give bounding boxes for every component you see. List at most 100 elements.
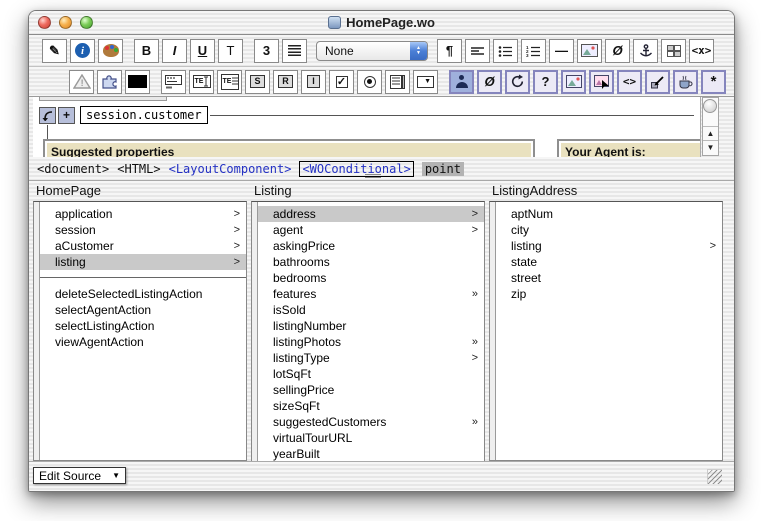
fragment-button[interactable]	[97, 70, 122, 94]
inspector-button[interactable]: ✎	[42, 39, 67, 63]
list-item[interactable]: state	[496, 254, 722, 270]
form-button[interactable]	[161, 70, 186, 94]
list-item[interactable]: aCustomer>	[40, 238, 246, 254]
list-item[interactable]: yearBuilt	[258, 446, 484, 462]
list-item[interactable]: street	[496, 270, 722, 286]
wo-conditional-button[interactable]: ?	[533, 70, 558, 94]
list-item[interactable]: askingPrice	[258, 238, 484, 254]
list-item[interactable]: bedrooms	[258, 270, 484, 286]
compact-list-button[interactable]	[465, 39, 490, 63]
info-button[interactable]: i	[70, 39, 95, 63]
breadcrumb-item[interactable]: <HTML>	[117, 162, 160, 176]
list-item[interactable]: listingNumber	[258, 318, 484, 334]
title-bar[interactable]: HomePage.wo	[29, 11, 734, 35]
input-button-element[interactable]: I	[301, 70, 326, 94]
list-item[interactable]: application>	[40, 206, 246, 222]
list-item[interactable]: listing>	[496, 238, 722, 254]
checkbox-element-button[interactable]: ✓	[329, 70, 354, 94]
wo-repetition-button[interactable]	[505, 70, 530, 94]
list-item[interactable]: listingType>	[258, 350, 484, 366]
list-item-label: listingNumber	[273, 319, 478, 333]
color-swatch-button[interactable]	[125, 70, 150, 94]
heading-button[interactable]: 3	[254, 39, 279, 63]
scroll-thumb[interactable]	[703, 99, 717, 113]
text-field-button[interactable]: TE	[189, 70, 214, 94]
reset-button-element[interactable]: R	[273, 70, 298, 94]
wo-generic-element-button[interactable]: <>	[617, 70, 642, 94]
binding-label[interactable]: session.customer	[80, 106, 208, 124]
list-item[interactable]: zip	[496, 286, 722, 302]
anchor-button[interactable]	[633, 39, 658, 63]
suggested-properties-panel[interactable]: Suggested properties	[43, 139, 535, 157]
wo-conditional-element[interactable]: + session.customer	[39, 106, 694, 124]
list-item[interactable]: bathrooms	[258, 254, 484, 270]
pen-button[interactable]: Ø	[605, 39, 630, 63]
wo-image-button[interactable]	[561, 70, 586, 94]
wo-component-content-button[interactable]	[645, 70, 670, 94]
list-item[interactable]: selectAgentAction	[40, 302, 246, 318]
wo-hyperlink-button[interactable]: Ø	[477, 70, 502, 94]
list-item[interactable]: city	[496, 222, 722, 238]
submit-icon: S	[250, 75, 264, 88]
colors-button[interactable]	[98, 39, 123, 63]
list-item[interactable]: suggestedCustomers»	[258, 414, 484, 430]
list-item[interactable]: sellingPrice	[258, 382, 484, 398]
list-item[interactable]: session>	[40, 222, 246, 238]
list-item[interactable]: aptNum	[496, 206, 722, 222]
resize-grip[interactable]	[707, 469, 722, 484]
list-item[interactable]: sizeSqFt	[258, 398, 484, 414]
bullet-list-button[interactable]	[493, 39, 518, 63]
breadcrumb-item[interactable]: <WOConditional>	[299, 161, 413, 177]
text-area-button[interactable]: TE	[217, 70, 242, 94]
wo-tag-button[interactable]: <x>	[689, 39, 714, 63]
list-item[interactable]: listing>	[40, 254, 246, 270]
horizontal-rule-button[interactable]: —	[549, 39, 574, 63]
align-button[interactable]	[282, 39, 307, 63]
radio-element-button[interactable]	[357, 70, 382, 94]
add-binding-button[interactable]: +	[58, 107, 75, 124]
list-item[interactable]: viewAgentAction	[40, 334, 246, 350]
numbered-list-button[interactable]: 123	[521, 39, 546, 63]
list-item[interactable]: virtualTourURL	[258, 430, 484, 446]
underline-button[interactable]: U	[190, 39, 215, 63]
style-popup[interactable]: None ▲▼	[316, 41, 428, 61]
reset-icon: R	[278, 75, 293, 88]
your-agent-panel[interactable]: Your Agent is:	[557, 139, 701, 157]
checkbox-icon: ✓	[336, 76, 348, 88]
image-button[interactable]	[577, 39, 602, 63]
breadcrumb-item[interactable]: <LayoutComponent>	[169, 162, 292, 176]
browser-list-button[interactable]	[385, 70, 410, 94]
popup-element-button[interactable]: ▼	[413, 70, 438, 94]
list-item[interactable]: features»	[258, 286, 484, 302]
layout-canvas[interactable]: + session.customer Suggested properties …	[33, 97, 701, 157]
list-item[interactable]: address>	[258, 206, 484, 222]
wo-applet-button[interactable]	[673, 70, 698, 94]
list-item[interactable]: listingPhotos»	[258, 334, 484, 350]
teletype-button[interactable]: T	[218, 39, 243, 63]
italic-button[interactable]: I	[162, 39, 187, 63]
breadcrumb-item[interactable]: point	[422, 162, 464, 176]
bold-button[interactable]: B	[134, 39, 159, 63]
list-item[interactable]: selectListingAction	[40, 318, 246, 334]
scroll-down-button[interactable]: ▼	[703, 140, 718, 154]
list-item[interactable]: deleteSelectedListingAction	[40, 286, 246, 302]
conditional-collapse-button[interactable]	[39, 107, 56, 124]
edit-source-popup[interactable]: Edit Source ▼	[33, 467, 126, 484]
wo-string-button[interactable]	[449, 70, 474, 94]
wo-active-image-button[interactable]	[589, 70, 614, 94]
breadcrumb-item[interactable]: <document>	[37, 162, 109, 176]
canvas-scrollbar[interactable]: ▲ ▼	[702, 97, 719, 156]
list-item[interactable]: isSold	[258, 302, 484, 318]
submit-button-element[interactable]: S	[245, 70, 270, 94]
info-icon: i	[75, 43, 90, 58]
frames-button[interactable]	[661, 39, 686, 63]
list-item-label: street	[511, 271, 716, 285]
splitter-grip[interactable]	[365, 174, 381, 178]
paragraph-button[interactable]: ¶	[437, 39, 462, 63]
list-item[interactable]: agent>	[258, 222, 484, 238]
scroll-up-button[interactable]: ▲	[703, 126, 718, 140]
list-item[interactable]: lotSqFt	[258, 366, 484, 382]
warning-button[interactable]: !	[69, 70, 94, 94]
wo-tag-icon: <x>	[692, 44, 712, 57]
wo-custom-element-button[interactable]: *	[701, 70, 726, 94]
